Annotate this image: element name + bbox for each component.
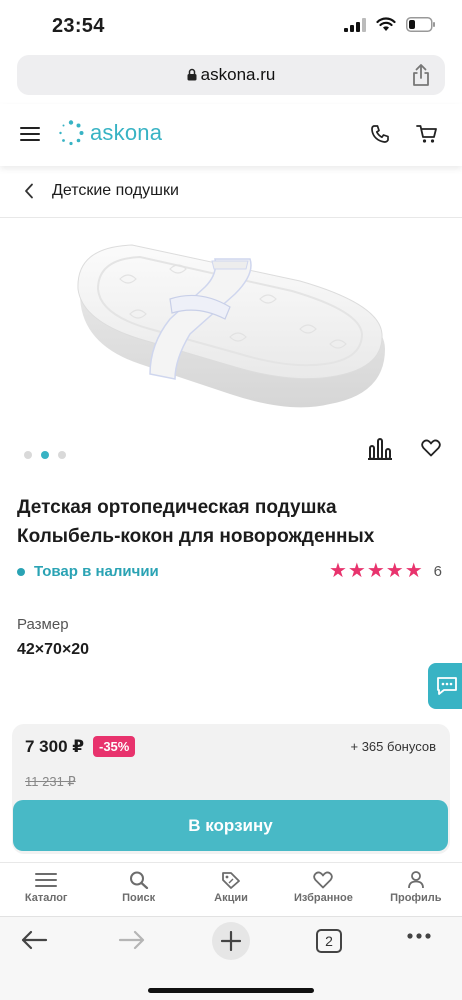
home-indicator [148, 988, 314, 993]
product-title: Детская ортопедическая подушка Колыбель-… [17, 497, 375, 547]
chat-button[interactable] [428, 663, 462, 709]
rating[interactable]: ★ ★ ★ ★ ★ 6 [329, 561, 442, 581]
stock-status-text: Товар в наличии [34, 563, 159, 580]
phone-icon[interactable] [370, 124, 390, 144]
menu-icon[interactable] [20, 126, 40, 142]
status-bar: 23:54 [0, 0, 462, 52]
bonus-text: + 365 бонусов [350, 739, 437, 754]
chat-icon [437, 677, 457, 695]
url-text: askona.ru [200, 65, 276, 84]
star-icon: ★ [347, 560, 366, 582]
gallery-dot[interactable] [24, 451, 32, 459]
product-gallery[interactable] [0, 219, 462, 469]
add-to-cart-button[interactable]: В корзину [13, 800, 448, 851]
old-price: 11 231 ₽ [25, 774, 76, 789]
breadcrumb-label[interactable]: Детские подушки [52, 182, 179, 200]
logo-dots-icon [59, 120, 84, 146]
nav-label: Каталог [24, 892, 68, 904]
more-icon[interactable] [406, 932, 432, 940]
gallery-dot-active[interactable] [41, 451, 49, 459]
status-time: 23:54 [52, 15, 105, 37]
breadcrumb[interactable]: Детские подушки [0, 166, 462, 218]
address-bar[interactable]: askona.ru [17, 55, 445, 95]
share-icon[interactable] [411, 63, 431, 87]
compare-icon[interactable] [368, 437, 392, 461]
search-icon [129, 871, 148, 889]
wifi-icon [376, 17, 396, 31]
bottom-nav: Каталог Поиск Акции Избранное Профиль [0, 862, 462, 916]
status-icons [344, 17, 436, 32]
nav-search[interactable]: Поиск [92, 863, 184, 916]
star-icon: ★ [404, 560, 423, 582]
heart-icon [313, 871, 334, 889]
nav-label: Акции [214, 892, 248, 904]
star-icon: ★ [328, 560, 347, 582]
size-value[interactable]: 42×70×20 [17, 641, 89, 659]
nav-promotions[interactable]: Акции [185, 863, 277, 916]
plus-icon [221, 931, 241, 951]
star-icon: ★ [366, 560, 385, 582]
heart-icon[interactable] [421, 439, 441, 457]
cart-icon[interactable] [416, 124, 438, 144]
gallery-dots[interactable] [24, 451, 66, 459]
site-header: askona [0, 104, 462, 166]
discount-badge: -35% [93, 736, 136, 757]
nav-favorites[interactable]: Избранное [277, 863, 369, 916]
nav-catalog[interactable]: Каталог [0, 863, 92, 916]
stock-dot-icon [17, 567, 25, 576]
nav-label: Профиль [390, 892, 442, 904]
nav-profile[interactable]: Профиль [370, 863, 462, 916]
signal-icon [344, 17, 366, 32]
review-count[interactable]: 6 [434, 563, 442, 580]
lock-icon [187, 68, 197, 81]
askona-logo[interactable]: askona [58, 120, 162, 146]
size-label: Размер [17, 616, 69, 633]
user-icon [407, 871, 424, 889]
arrow-left-icon[interactable] [20, 929, 48, 951]
nav-label: Избранное [293, 892, 353, 904]
stock-status: Товар в наличии [17, 563, 159, 580]
menu-icon [35, 873, 58, 887]
logo-text: askona [90, 120, 163, 145]
gallery-dot[interactable] [58, 451, 66, 459]
nav-label: Поиск [122, 892, 156, 904]
tabs-button[interactable]: 2 [316, 929, 342, 953]
battery-icon [406, 17, 435, 32]
star-icon: ★ [385, 560, 404, 582]
product-image [77, 244, 386, 408]
tag-icon [222, 872, 240, 889]
chevron-left-icon[interactable] [24, 183, 34, 199]
arrow-right-icon[interactable] [118, 929, 146, 951]
new-tab-button[interactable] [212, 922, 250, 960]
url-display[interactable]: askona.ru [17, 65, 445, 85]
price: 7 300 ₽ [25, 737, 85, 756]
